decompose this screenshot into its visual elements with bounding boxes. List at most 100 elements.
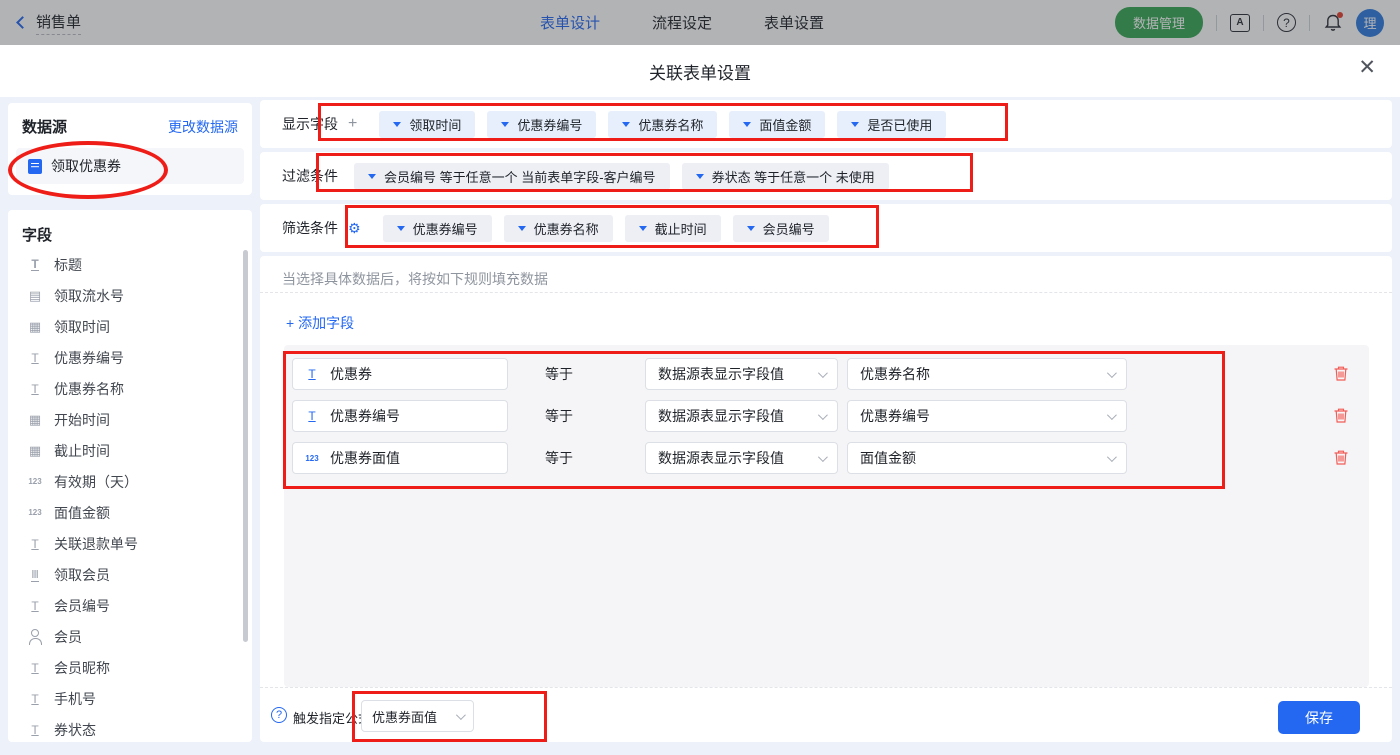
condition-tag[interactable]: 优惠券编号 — [383, 215, 492, 242]
tag-label: 优惠券编号 — [517, 115, 582, 134]
rule-source-value: 数据源表显示字段值 — [658, 406, 784, 426]
field-label: 领取流水号 — [54, 286, 124, 306]
delete-icon[interactable] — [1333, 449, 1349, 466]
field-item[interactable]: 截止时间 — [8, 435, 252, 466]
add-field-link[interactable]: + 添加字段 — [286, 313, 354, 333]
field-item[interactable]: 优惠券名称 — [8, 373, 252, 404]
chevron-down-icon — [818, 410, 828, 420]
dropdown-triangle-icon — [851, 122, 859, 127]
text-icon — [303, 408, 321, 424]
app-topbar: 销售单 表单设计流程设定表单设置 数据管理 A ? 理 — [0, 0, 1400, 45]
text-icon — [26, 660, 44, 676]
display-fields-row: 显示字段 + 领取时间 优惠券编号 优惠券名称 面值金额 是否已使用 — [260, 100, 1392, 148]
rule-value-select[interactable]: 优惠券编号 — [847, 400, 1127, 432]
field-item[interactable]: 领取会员 — [8, 559, 252, 590]
condition-tag[interactable]: 会员编号 — [733, 215, 829, 242]
condition-tag[interactable]: 优惠券编号 — [487, 111, 596, 138]
selected-datasource-item[interactable]: 领取优惠券 — [16, 148, 244, 184]
serial-icon — [26, 288, 44, 304]
condition-tag[interactable]: 优惠券名称 — [504, 215, 613, 242]
add-display-field-icon[interactable]: + — [348, 115, 357, 133]
filter-conditions-tags: 会员编号 等于任意一个 当前表单字段-客户编号 券状态 等于任意一个 未使用 — [354, 163, 889, 190]
scrollbar-thumb[interactable] — [243, 250, 248, 642]
tag-label: 截止时间 — [655, 219, 707, 238]
field-item[interactable]: 标题 — [8, 249, 252, 280]
date-icon — [26, 443, 44, 459]
tag-label: 优惠券名称 — [638, 115, 703, 134]
fields-title: 字段 — [8, 210, 252, 249]
rule-field-input[interactable]: 优惠券 — [292, 358, 508, 390]
condition-tag[interactable]: 是否已使用 — [837, 111, 946, 138]
field-item[interactable]: 手机号 — [8, 683, 252, 714]
rule-operator: 等于 — [545, 448, 573, 468]
text-icon — [26, 536, 44, 552]
field-item[interactable]: 开始时间 — [8, 404, 252, 435]
text-icon — [26, 381, 44, 397]
rule-field-input[interactable]: 优惠券面值 — [292, 442, 508, 474]
rule-source-select[interactable]: 数据源表显示字段值 — [645, 358, 838, 390]
condition-tag[interactable]: 优惠券名称 — [608, 111, 717, 138]
field-item[interactable]: 会员昵称 — [8, 652, 252, 683]
field-item[interactable]: 有效期（天） — [8, 466, 252, 497]
condition-tag[interactable]: 截止时间 — [625, 215, 721, 242]
change-datasource-link[interactable]: 更改数据源 — [168, 117, 238, 137]
datasource-title: 数据源 — [22, 116, 67, 137]
modal-titlebar: 关联表单设置 ✕ — [0, 45, 1400, 97]
screen-conditions-row: 筛选条件 ⚙ 优惠券编号 优惠券名称 截止时间 会员编号 — [260, 204, 1392, 252]
condition-tag[interactable]: 会员编号 等于任意一个 当前表单字段-客户编号 — [354, 163, 670, 190]
tag-label: 会员编号 — [763, 219, 815, 238]
divider — [260, 292, 1392, 293]
field-item[interactable]: 券状态 — [8, 714, 252, 742]
date-icon — [26, 412, 44, 428]
field-item[interactable]: 领取时间 — [8, 311, 252, 342]
delete-icon[interactable] — [1333, 365, 1349, 382]
gear-icon[interactable]: ⚙ — [348, 220, 361, 237]
rule-value-select[interactable]: 面值金额 — [847, 442, 1127, 474]
field-label: 会员 — [54, 627, 82, 647]
display-fields-label: 显示字段 — [282, 114, 338, 134]
field-item[interactable]: 领取流水号 — [8, 280, 252, 311]
chevron-down-icon — [1107, 368, 1117, 378]
rule-row: 优惠券 等于 数据源表显示字段值 优惠券名称 — [284, 358, 1369, 390]
condition-tag[interactable]: 领取时间 — [379, 111, 475, 138]
lookup-icon — [26, 567, 44, 583]
rule-source-value: 数据源表显示字段值 — [658, 364, 784, 384]
formula-help-icon[interactable]: ? — [271, 707, 287, 723]
field-label: 开始时间 — [54, 410, 110, 430]
save-button[interactable]: 保存 — [1278, 701, 1360, 734]
modal-dim-overlay — [0, 0, 1400, 45]
tag-label: 优惠券名称 — [534, 219, 599, 238]
field-label: 截止时间 — [54, 441, 110, 461]
rule-field-input[interactable]: 优惠券编号 — [292, 400, 508, 432]
rule-value-text: 优惠券编号 — [860, 406, 930, 426]
formula-select[interactable]: 优惠券面值 — [361, 700, 474, 732]
chevron-down-icon — [818, 452, 828, 462]
rule-value-select[interactable]: 优惠券名称 — [847, 358, 1127, 390]
title-icon — [26, 257, 44, 273]
fields-card: 字段 标题 领取流水号 领取时间 优惠券编号 优惠券名称 开始时间 截止时间 — [8, 210, 252, 742]
condition-tag[interactable]: 面值金额 — [729, 111, 825, 138]
field-item[interactable]: 关联退款单号 — [8, 528, 252, 559]
field-label: 领取会员 — [54, 565, 110, 585]
fill-rules-card: 当选择具体数据后，将按如下规则填充数据 + 添加字段 优惠券 等于 数据源表显示… — [260, 256, 1392, 742]
condition-tag[interactable]: 券状态 等于任意一个 未使用 — [682, 163, 889, 190]
rule-source-select[interactable]: 数据源表显示字段值 — [645, 400, 838, 432]
rule-operator: 等于 — [545, 406, 573, 426]
chevron-down-icon — [456, 710, 466, 720]
number-icon — [26, 474, 44, 490]
field-label: 优惠券名称 — [54, 379, 124, 399]
number-icon — [303, 450, 321, 466]
dropdown-triangle-icon — [747, 226, 755, 231]
field-item[interactable]: 会员编号 — [8, 590, 252, 621]
close-icon[interactable]: ✕ — [1358, 57, 1376, 78]
rule-value-text: 面值金额 — [860, 448, 916, 468]
field-label: 券状态 — [54, 720, 96, 740]
rule-source-select[interactable]: 数据源表显示字段值 — [645, 442, 838, 474]
field-item[interactable]: 优惠券编号 — [8, 342, 252, 373]
field-item[interactable]: 会员 — [8, 621, 252, 652]
tag-label: 领取时间 — [409, 115, 461, 134]
delete-icon[interactable] — [1333, 407, 1349, 424]
text-icon — [26, 350, 44, 366]
rule-source-value: 数据源表显示字段值 — [658, 448, 784, 468]
field-item[interactable]: 面值金额 — [8, 497, 252, 528]
